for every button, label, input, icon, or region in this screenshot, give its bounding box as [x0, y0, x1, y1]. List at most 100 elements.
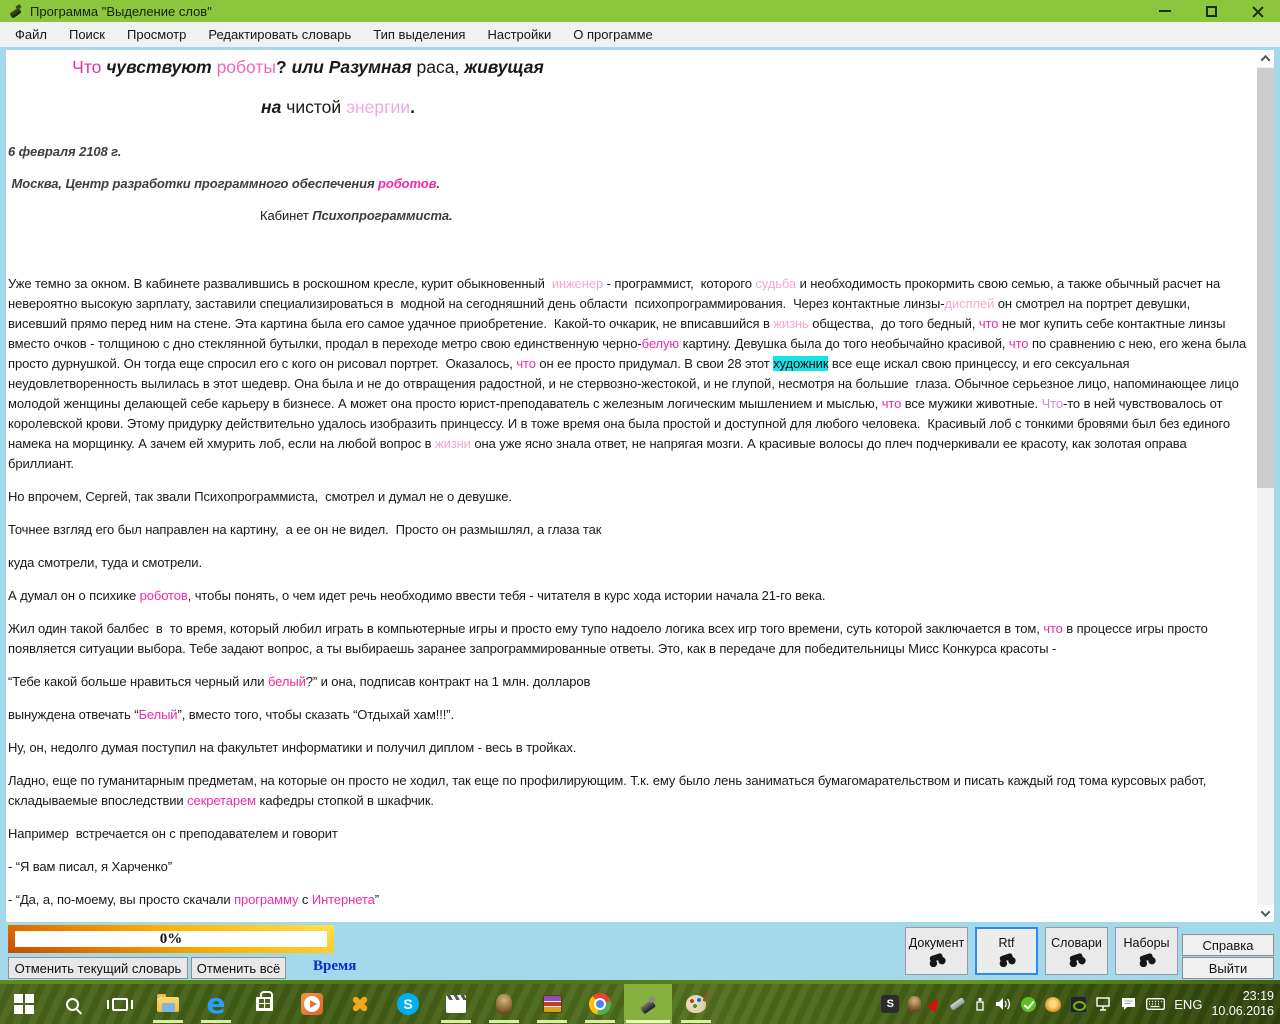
start-button[interactable]	[0, 984, 48, 1024]
menu-item-1[interactable]: Поиск	[58, 23, 116, 46]
volume-icon[interactable]	[995, 997, 1012, 1011]
tool-button-group: Документ Rtf Словари Наборы	[905, 927, 1178, 975]
system-tray: S ENG 23:19 10.06.2016	[881, 984, 1274, 1024]
task-view-button[interactable]	[96, 984, 144, 1024]
edge-button[interactable]: e	[192, 984, 240, 1024]
progress-value: 0%	[160, 931, 183, 948]
movie-maker-button[interactable]	[432, 984, 480, 1024]
winrar-books-icon	[543, 995, 562, 1013]
game-cross-icon	[351, 995, 369, 1013]
creature-tray-icon[interactable]	[908, 996, 921, 1012]
paragraph: Что чувствуют роботы? или Разумная раса,…	[8, 56, 608, 78]
scrollbar-thumb[interactable]	[1257, 68, 1274, 488]
folder-icon	[157, 997, 179, 1012]
vertical-scrollbar[interactable]	[1257, 50, 1274, 922]
paragraph: куда смотрели, туда и смотрели.	[8, 553, 1251, 573]
usb-stick-tray-icon[interactable]	[950, 997, 966, 1011]
clock-time: 23:19	[1211, 989, 1274, 1004]
red-bird-tray-icon[interactable]	[927, 995, 944, 1013]
document-text-area[interactable]: Что чувствуют роботы? или Разумная раса,…	[6, 50, 1257, 922]
scroll-down-button[interactable]	[1257, 905, 1274, 922]
chrome-icon	[589, 993, 611, 1015]
tool-button-словари[interactable]: Словари	[1045, 927, 1108, 975]
paragraph: 6 февраля 2108 г.	[8, 142, 1251, 162]
language-indicator[interactable]: ENG	[1174, 997, 1202, 1012]
skype-icon: S	[397, 993, 419, 1015]
tool-button-документ[interactable]: Документ	[905, 927, 968, 975]
menu-item-5[interactable]: Настройки	[476, 23, 562, 46]
exit-button[interactable]: Выйти	[1182, 957, 1274, 979]
paragraph: - “Я вам писал, я Харченко”	[8, 857, 1251, 877]
paragraph: Ну, он, недолго думая поступил на факуль…	[8, 738, 1251, 758]
orange-game-button[interactable]	[336, 984, 384, 1024]
chrome-button[interactable]	[576, 984, 624, 1024]
minimize-button[interactable]	[1142, 0, 1188, 22]
help-button[interactable]: Справка	[1182, 934, 1274, 956]
file-explorer-button[interactable]	[144, 984, 192, 1024]
chevron-down-icon	[1261, 907, 1271, 917]
tool-button-rtf[interactable]: Rtf	[975, 927, 1038, 975]
menu-item-6[interactable]: О программе	[562, 23, 664, 46]
paragraph: Кабинет Психопрограммиста.	[260, 206, 1251, 226]
paragraph: Жил один такой балбес в то время, которы…	[8, 619, 1251, 659]
paragraph: Москва, Центр разработки программного об…	[8, 174, 1251, 194]
menu-item-0[interactable]: Файл	[4, 23, 58, 46]
message-icon[interactable]	[1121, 997, 1137, 1011]
paragraph: “Тебе какой больше нравиться черный или …	[8, 672, 1251, 692]
menu-item-4[interactable]: Тип выделения	[362, 23, 476, 46]
binoculars-icon	[1135, 953, 1159, 967]
taskbar-search-button[interactable]	[48, 984, 96, 1024]
windows-store-button[interactable]	[240, 984, 288, 1024]
task-view-icon	[112, 998, 128, 1011]
menu-item-3[interactable]: Редактировать словарь	[197, 23, 362, 46]
close-icon	[1251, 5, 1264, 18]
cancel-all-button[interactable]: Отменить всё	[191, 957, 286, 979]
tool-button-label: Документ	[909, 936, 964, 950]
app-icon	[8, 4, 23, 19]
steam-tray-icon[interactable]: S	[881, 995, 899, 1013]
paragraph: на чистой энергии.	[38, 96, 638, 118]
taskbar-apps: e S	[0, 984, 720, 1024]
maximize-button[interactable]	[1188, 0, 1234, 22]
clock[interactable]: 23:19 10.06.2016	[1211, 989, 1274, 1019]
tool-button-label: Наборы	[1123, 936, 1169, 950]
usb-plug-icon[interactable]	[974, 997, 986, 1011]
edge-icon: e	[207, 993, 226, 1015]
network-icon[interactable]	[1096, 997, 1112, 1011]
skype-button[interactable]: S	[384, 984, 432, 1024]
paragraph: А думал он о психике роботов, чтобы поня…	[8, 586, 1251, 606]
paragraph: Точнее взгляд его был направлен на карти…	[8, 520, 1251, 540]
tool-button-label: Rtf	[999, 936, 1015, 950]
winrar-button[interactable]	[528, 984, 576, 1024]
progress-bar: 0%	[8, 925, 334, 953]
binoculars-icon	[995, 953, 1019, 967]
cancel-current-dictionary-button[interactable]: Отменить текущий словарь	[8, 957, 188, 979]
paragraph: вынуждена отвечать “Белый”, вместо того,…	[8, 705, 1251, 725]
paint-palette-icon	[686, 995, 706, 1013]
keyboard-icon[interactable]	[1146, 998, 1165, 1010]
media-player-button[interactable]	[288, 984, 336, 1024]
antivirus-check-icon[interactable]	[1021, 997, 1036, 1012]
lion-tray-icon[interactable]	[1045, 997, 1061, 1012]
minimize-icon	[1159, 10, 1171, 12]
title-bar: Программа "Выделение слов"	[0, 0, 1280, 22]
paragraph: Например встречается он с преподавателем…	[8, 824, 1251, 844]
scroll-up-button[interactable]	[1257, 50, 1274, 67]
stamp-icon	[639, 995, 657, 1013]
word-highlighter-app-button[interactable]	[624, 984, 672, 1024]
nvidia-icon[interactable]	[1070, 996, 1087, 1013]
progress-track: 0%	[15, 931, 327, 947]
clock-date: 10.06.2016	[1211, 1004, 1274, 1019]
menu-item-2[interactable]: Просмотр	[116, 23, 197, 46]
store-bag-icon	[256, 997, 273, 1011]
paint-button[interactable]	[672, 984, 720, 1024]
paragraph: Но впрочем, Сергей, так звали Психопрогр…	[8, 487, 1251, 507]
game-creature-button[interactable]	[480, 984, 528, 1024]
close-button[interactable]	[1234, 0, 1280, 22]
tool-button-наборы[interactable]: Наборы	[1115, 927, 1178, 975]
tool-button-label: Словари	[1051, 936, 1102, 950]
time-label: Время	[313, 958, 356, 975]
binoculars-icon	[925, 953, 949, 967]
creature-icon	[496, 994, 512, 1014]
search-icon	[66, 998, 79, 1011]
